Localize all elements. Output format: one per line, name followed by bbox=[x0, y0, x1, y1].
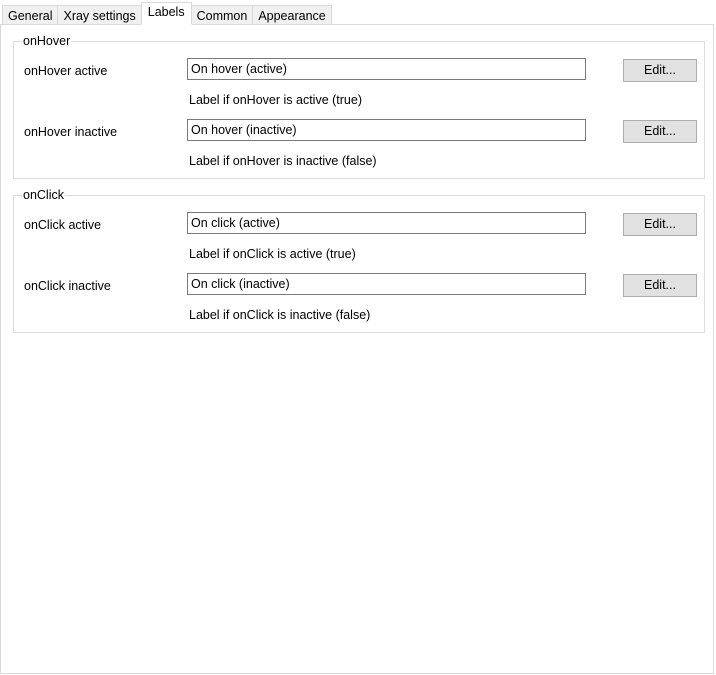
onclick-inactive-hint: Label if onClick is inactive (false) bbox=[189, 308, 371, 322]
onclick-inactive-edit-button[interactable]: Edit... bbox=[623, 274, 697, 297]
onhover-active-input[interactable] bbox=[187, 58, 586, 80]
onclick-inactive-label: onClick inactive bbox=[24, 279, 111, 293]
onhover-inactive-hint: Label if onHover is inactive (false) bbox=[189, 154, 377, 168]
tab-panel-labels: onHover onHover active Edit... Label if … bbox=[0, 24, 714, 674]
onclick-active-hint: Label if onClick is active (true) bbox=[189, 247, 356, 261]
tab-labels[interactable]: Labels bbox=[140, 2, 192, 25]
onhover-inactive-label: onHover inactive bbox=[24, 125, 118, 139]
onclick-active-edit-button[interactable]: Edit... bbox=[623, 213, 697, 236]
group-title-onclick: onClick bbox=[22, 187, 65, 203]
tab-xray-settings[interactable]: Xray settings bbox=[57, 5, 141, 25]
onhover-active-hint: Label if onHover is active (true) bbox=[189, 93, 362, 107]
tab-strip: General Xray settings Labels Common Appe… bbox=[2, 2, 332, 25]
tab-common[interactable]: Common bbox=[191, 5, 253, 25]
onclick-active-label: onClick active bbox=[24, 218, 102, 232]
onclick-inactive-input[interactable] bbox=[187, 273, 586, 295]
tab-general[interactable]: General bbox=[2, 5, 58, 25]
onhover-inactive-edit-button[interactable]: Edit... bbox=[623, 120, 697, 143]
onhover-active-label: onHover active bbox=[24, 64, 108, 78]
onhover-active-edit-button[interactable]: Edit... bbox=[623, 59, 697, 82]
tab-appearance[interactable]: Appearance bbox=[252, 5, 332, 25]
group-onhover: onHover onHover active Edit... Label if … bbox=[13, 33, 705, 179]
onhover-inactive-input[interactable] bbox=[187, 119, 586, 141]
group-onclick: onClick onClick active Edit... Label if … bbox=[13, 187, 705, 333]
labels-dialog: General Xray settings Labels Common Appe… bbox=[0, 0, 716, 675]
group-title-onhover: onHover bbox=[22, 33, 72, 49]
onclick-active-input[interactable] bbox=[187, 212, 586, 234]
